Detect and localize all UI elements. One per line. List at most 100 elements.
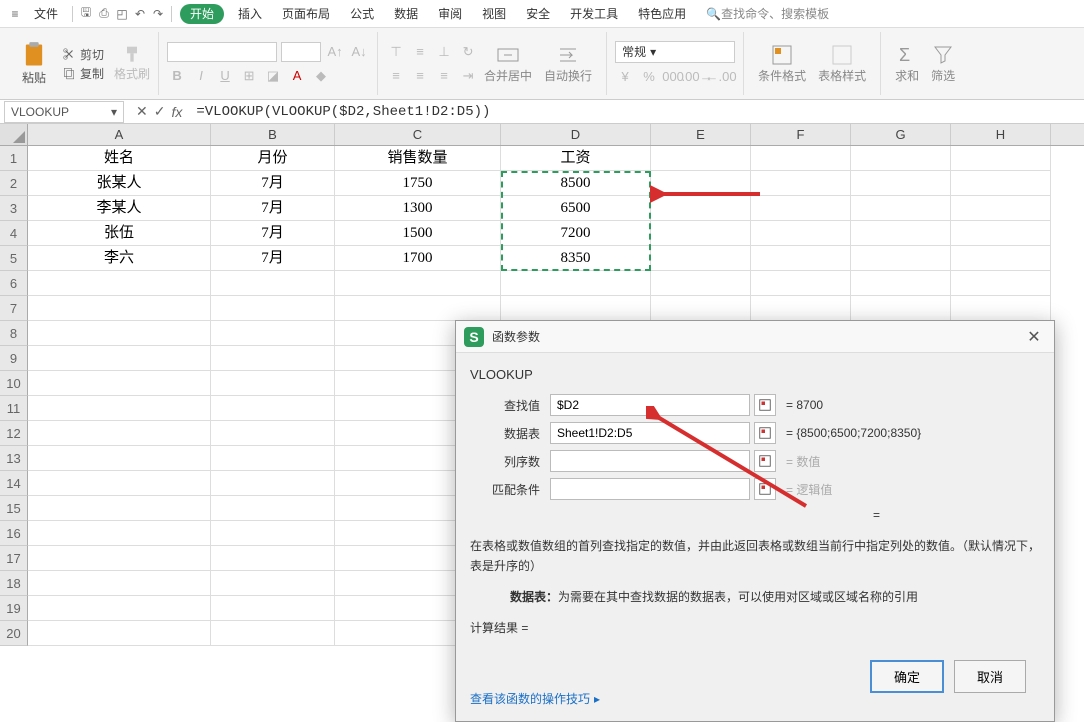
cell-style-button[interactable]: 表格样式 bbox=[812, 43, 872, 84]
cell[interactable] bbox=[751, 246, 851, 271]
range-picker-icon[interactable] bbox=[754, 450, 776, 472]
cell[interactable] bbox=[28, 421, 211, 446]
italic-icon[interactable]: I bbox=[191, 66, 211, 86]
preview-icon[interactable]: ◰ bbox=[113, 7, 131, 21]
col-D[interactable]: D bbox=[501, 124, 651, 145]
name-box[interactable]: VLOOKUP ▾ bbox=[4, 101, 124, 123]
cell[interactable] bbox=[851, 171, 951, 196]
cell[interactable] bbox=[211, 421, 335, 446]
cond-format-button[interactable]: 条件格式 bbox=[752, 43, 812, 84]
row-header[interactable]: 4 bbox=[0, 221, 28, 246]
cell[interactable] bbox=[751, 196, 851, 221]
cell[interactable] bbox=[851, 271, 951, 296]
cell[interactable]: 工资 bbox=[501, 146, 651, 171]
border-icon[interactable]: ⊞ bbox=[239, 66, 259, 86]
cell[interactable] bbox=[28, 346, 211, 371]
cell[interactable] bbox=[28, 296, 211, 321]
param-input[interactable] bbox=[550, 422, 750, 444]
fx-icon[interactable]: fx bbox=[171, 104, 182, 120]
cell[interactable] bbox=[211, 321, 335, 346]
print-icon[interactable]: ⎙ bbox=[95, 6, 113, 21]
cell[interactable] bbox=[211, 496, 335, 521]
font-size-select[interactable] bbox=[281, 42, 321, 62]
col-A[interactable]: A bbox=[28, 124, 211, 145]
row-header[interactable]: 2 bbox=[0, 171, 28, 196]
row-header[interactable]: 19 bbox=[0, 596, 28, 621]
cut-button[interactable]: 剪切 bbox=[58, 46, 108, 63]
tab-start[interactable]: 开始 bbox=[180, 4, 224, 24]
param-input[interactable] bbox=[550, 394, 750, 416]
save-icon[interactable]: 🖫 bbox=[77, 3, 95, 24]
range-picker-icon[interactable] bbox=[754, 394, 776, 416]
cell[interactable] bbox=[951, 271, 1051, 296]
col-G[interactable]: G bbox=[851, 124, 951, 145]
range-picker-icon[interactable] bbox=[754, 478, 776, 500]
cell[interactable] bbox=[651, 296, 751, 321]
cell[interactable]: 7月 bbox=[211, 221, 335, 246]
cell[interactable] bbox=[501, 271, 651, 296]
cell[interactable] bbox=[751, 296, 851, 321]
cell[interactable]: 月份 bbox=[211, 146, 335, 171]
formula-input[interactable] bbox=[196, 101, 1084, 123]
cell[interactable]: 李六 bbox=[28, 246, 211, 271]
cell[interactable] bbox=[951, 171, 1051, 196]
row-header[interactable]: 9 bbox=[0, 346, 28, 371]
help-link[interactable]: 查看该函数的操作技巧 ▸ bbox=[470, 690, 600, 707]
row-header[interactable]: 5 bbox=[0, 246, 28, 271]
cell[interactable] bbox=[28, 371, 211, 396]
cell[interactable]: 张伍 bbox=[28, 221, 211, 246]
align-center-icon[interactable]: ≡ bbox=[410, 66, 430, 86]
tab-insert[interactable]: 插入 bbox=[228, 0, 272, 28]
number-format-select[interactable]: 常规 ▾ bbox=[615, 41, 735, 63]
fx-cancel-icon[interactable]: ✕ bbox=[136, 103, 148, 120]
copy-button[interactable]: 复制 bbox=[58, 65, 108, 82]
tab-special[interactable]: 特色应用 bbox=[628, 0, 696, 28]
row-header[interactable]: 15 bbox=[0, 496, 28, 521]
close-icon[interactable]: ✕ bbox=[1022, 327, 1046, 347]
cell[interactable]: 6500 bbox=[501, 196, 651, 221]
cell[interactable] bbox=[651, 146, 751, 171]
cell[interactable] bbox=[28, 496, 211, 521]
cell[interactable] bbox=[501, 296, 651, 321]
cell[interactable] bbox=[211, 621, 335, 646]
cell[interactable] bbox=[28, 321, 211, 346]
cell[interactable]: 1750 bbox=[335, 171, 501, 196]
cell[interactable]: 8500 bbox=[501, 171, 651, 196]
highlight-icon[interactable]: ◆ bbox=[311, 66, 331, 86]
fill-color-icon[interactable]: ◪ bbox=[263, 66, 283, 86]
ok-button[interactable]: 确定 bbox=[870, 660, 944, 693]
cell[interactable] bbox=[751, 171, 851, 196]
row-header[interactable]: 7 bbox=[0, 296, 28, 321]
row-header[interactable]: 1 bbox=[0, 146, 28, 171]
cell[interactable] bbox=[335, 271, 501, 296]
cell[interactable] bbox=[851, 246, 951, 271]
align-left-icon[interactable]: ≡ bbox=[386, 66, 406, 86]
row-header[interactable]: 3 bbox=[0, 196, 28, 221]
dialog-titlebar[interactable]: S 函数参数 ✕ bbox=[456, 321, 1054, 353]
filter-button[interactable]: 筛选 bbox=[925, 43, 961, 84]
cell[interactable] bbox=[28, 571, 211, 596]
cell[interactable] bbox=[211, 296, 335, 321]
cell[interactable]: 姓名 bbox=[28, 146, 211, 171]
cell[interactable]: 7月 bbox=[211, 246, 335, 271]
cell[interactable] bbox=[211, 546, 335, 571]
cell[interactable]: 8350 bbox=[501, 246, 651, 271]
tab-review[interactable]: 审阅 bbox=[428, 0, 472, 28]
tab-dev-tools[interactable]: 开发工具 bbox=[560, 0, 628, 28]
cell[interactable] bbox=[951, 246, 1051, 271]
row-header[interactable]: 20 bbox=[0, 621, 28, 646]
undo-icon[interactable]: ↶ bbox=[131, 7, 149, 21]
align-middle-icon[interactable]: ≡ bbox=[410, 42, 430, 62]
search-box[interactable]: 🔍 查找命令、搜索模板 bbox=[706, 5, 829, 22]
row-header[interactable]: 10 bbox=[0, 371, 28, 396]
tab-view[interactable]: 视图 bbox=[472, 0, 516, 28]
col-C[interactable]: C bbox=[335, 124, 501, 145]
cell[interactable] bbox=[28, 446, 211, 471]
cell[interactable] bbox=[28, 596, 211, 621]
cell[interactable] bbox=[28, 521, 211, 546]
cell[interactable]: 李某人 bbox=[28, 196, 211, 221]
cell[interactable] bbox=[28, 471, 211, 496]
param-input[interactable] bbox=[550, 478, 750, 500]
cell[interactable] bbox=[751, 146, 851, 171]
auto-wrap-button[interactable]: 自动换行 bbox=[538, 43, 598, 84]
